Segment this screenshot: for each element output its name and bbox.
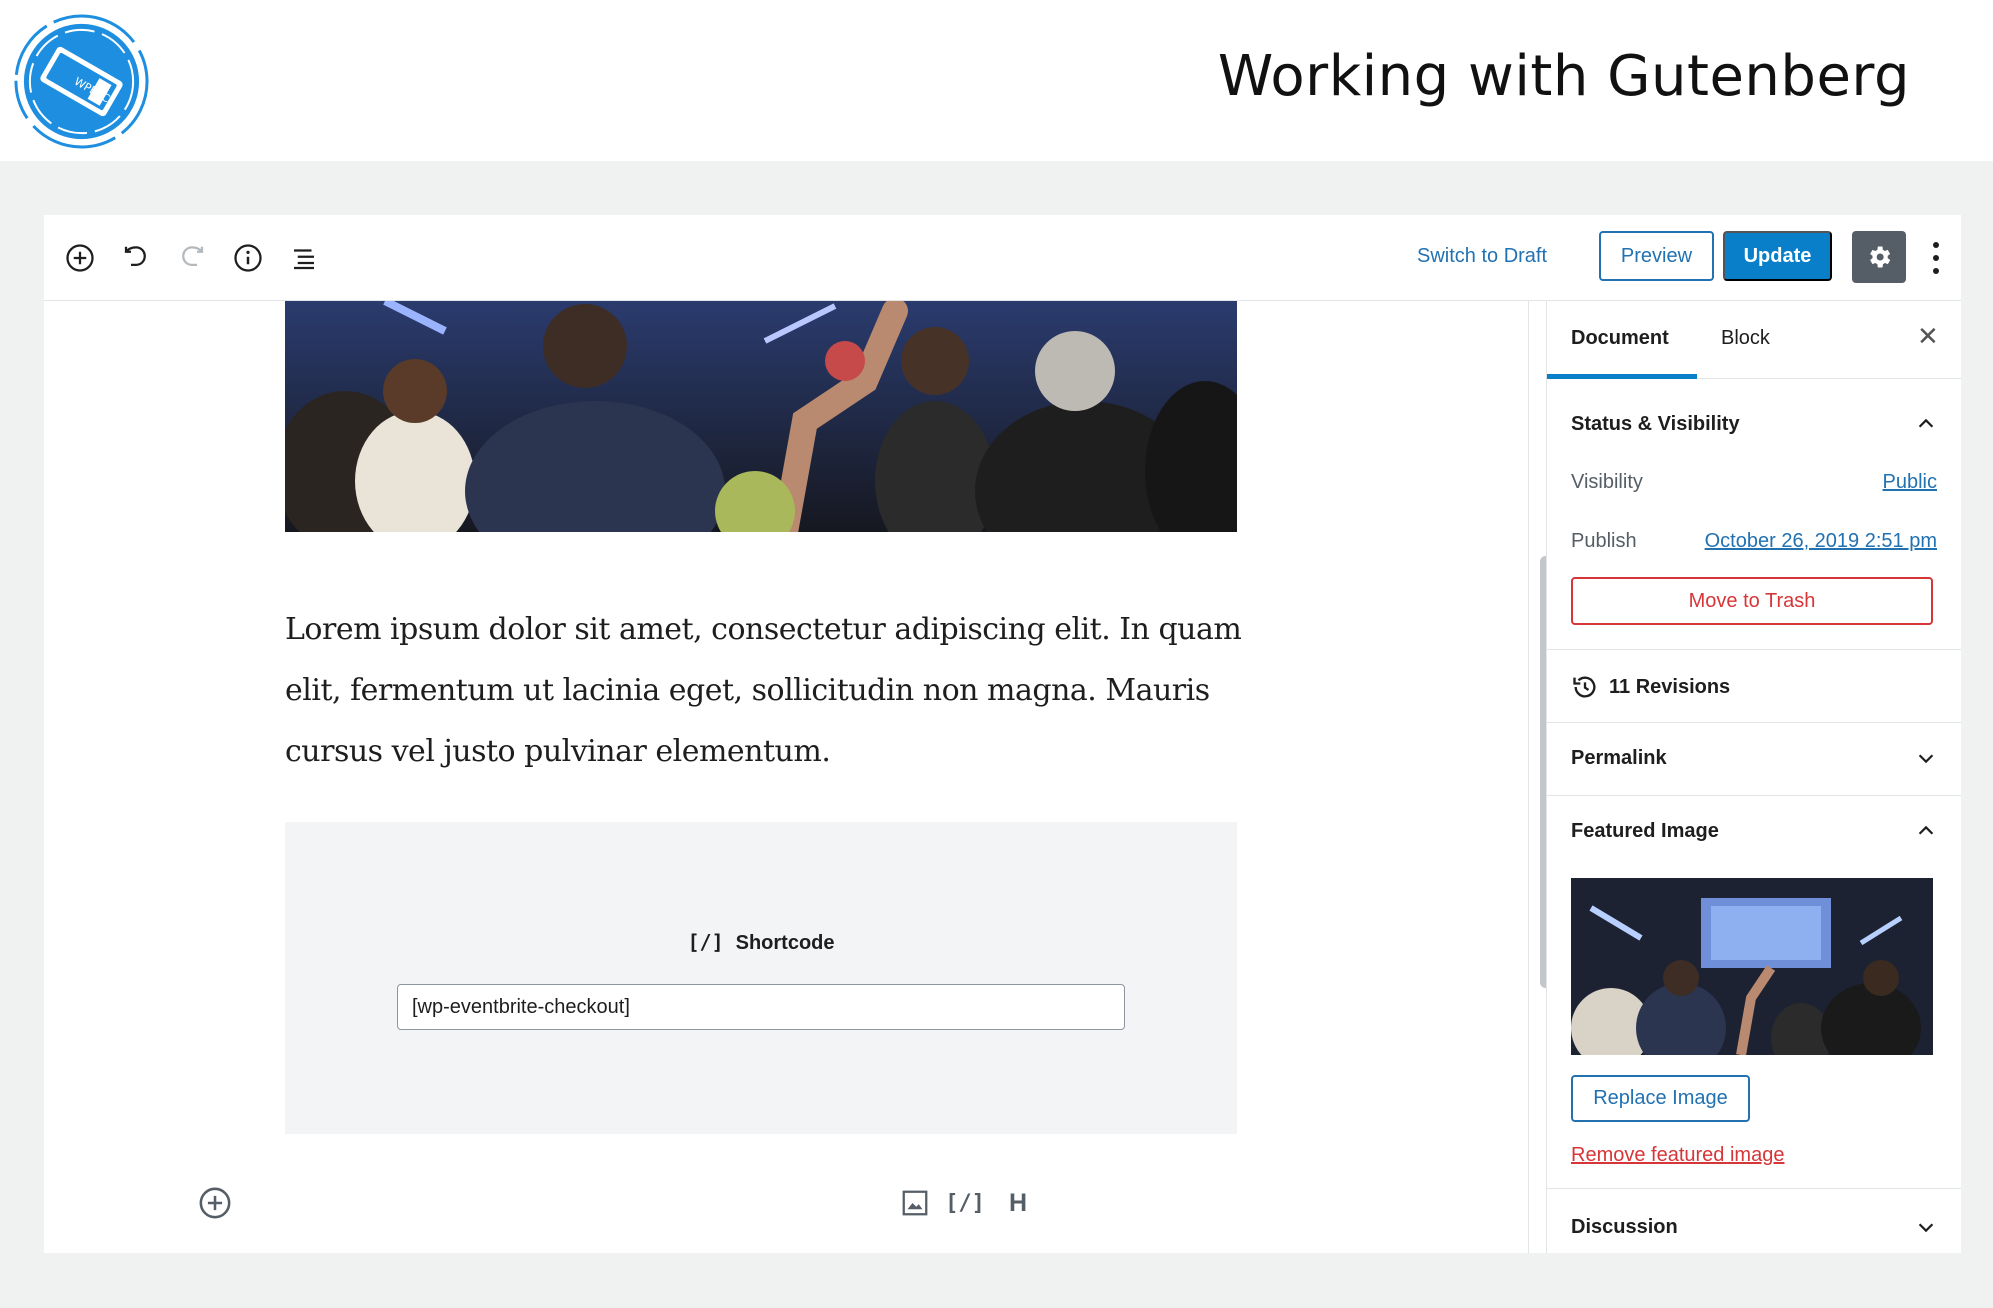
visibility-value-link[interactable]: Public <box>1883 471 1937 494</box>
settings-button[interactable] <box>1852 231 1906 283</box>
divider <box>1547 795 1961 796</box>
shortcode-block[interactable]: [/] Shortcode <box>285 822 1237 1134</box>
chevron-up-icon[interactable] <box>1915 820 1937 842</box>
publish-label: Publish <box>1571 530 1637 552</box>
divider <box>1547 649 1961 650</box>
permalink-heading[interactable]: Permalink <box>1571 747 1667 770</box>
remove-featured-image-link[interactable]: Remove featured image <box>1571 1144 1784 1167</box>
featured-image-heading[interactable]: Featured Image <box>1571 820 1719 843</box>
settings-sidebar: Document Block ✕ Status & Visibility Vis… <box>1546 301 1961 1253</box>
editor-canvas: Lorem ipsum dolor sit amet, consectetur … <box>44 301 1524 1253</box>
shortcode-icon: [/] <box>687 930 724 954</box>
undo-icon[interactable] <box>120 242 152 274</box>
chevron-down-icon[interactable] <box>1915 747 1937 769</box>
more-options-button[interactable] <box>1929 239 1943 277</box>
add-block-icon[interactable] <box>64 242 96 274</box>
chevron-up-icon[interactable] <box>1915 413 1937 435</box>
outline-icon[interactable] <box>288 242 320 274</box>
tab-block[interactable]: Block <box>1721 327 1770 350</box>
update-button[interactable]: Update <box>1723 231 1832 281</box>
replace-image-button[interactable]: Replace Image <box>1571 1075 1750 1122</box>
switch-to-draft-link[interactable]: Switch to Draft <box>1417 245 1547 268</box>
hero-image-block[interactable] <box>285 301 1237 532</box>
featured-image-thumbnail[interactable] <box>1571 878 1933 1055</box>
active-tab-indicator <box>1547 374 1697 379</box>
shortcode-block-icon[interactable]: [/] <box>945 1186 985 1220</box>
add-block-bottom-icon[interactable] <box>198 1186 232 1220</box>
shortcode-label: [/] Shortcode <box>285 930 1237 955</box>
editor-toolbar: Switch to Draft Preview Update <box>44 215 1961 301</box>
discussion-heading[interactable]: Discussion <box>1571 1216 1678 1239</box>
divider <box>1547 1188 1961 1189</box>
gutenberg-editor: Switch to Draft Preview Update Lorem ips… <box>44 215 1961 1253</box>
slide-title: Working with Gutenberg <box>1217 44 1910 109</box>
heading-block-icon[interactable]: H <box>1001 1186 1035 1220</box>
tab-document[interactable]: Document <box>1571 327 1669 350</box>
paragraph-block[interactable]: Lorem ipsum dolor sit amet, consectetur … <box>285 599 1245 782</box>
info-icon[interactable] <box>232 242 264 274</box>
gear-icon <box>1870 246 1891 268</box>
revisions-link[interactable]: 11 Revisions <box>1571 673 1730 701</box>
slide-header: WPEEC Working with Gutenberg <box>0 0 1993 161</box>
history-icon <box>1573 676 1596 698</box>
close-sidebar-icon[interactable]: ✕ <box>1917 321 1939 352</box>
move-to-trash-button[interactable]: Move to Trash <box>1571 577 1933 625</box>
shortcode-input[interactable] <box>397 984 1125 1030</box>
wpeec-logo: WPEEC <box>12 12 151 151</box>
revisions-label: 11 Revisions <box>1609 675 1731 698</box>
divider <box>1547 722 1961 723</box>
redo-icon[interactable] <box>176 242 208 274</box>
image-block-icon[interactable] <box>898 1186 932 1220</box>
sidebar-tabs: Document Block ✕ <box>1547 301 1961 379</box>
visibility-label: Visibility <box>1571 471 1643 493</box>
preview-button[interactable]: Preview <box>1599 231 1714 281</box>
shortcode-title: Shortcode <box>735 932 835 954</box>
chevron-down-icon[interactable] <box>1915 1216 1937 1238</box>
publish-date-link[interactable]: October 26, 2019 2:51 pm <box>1705 530 1937 553</box>
status-visibility-heading[interactable]: Status & Visibility <box>1571 413 1740 436</box>
